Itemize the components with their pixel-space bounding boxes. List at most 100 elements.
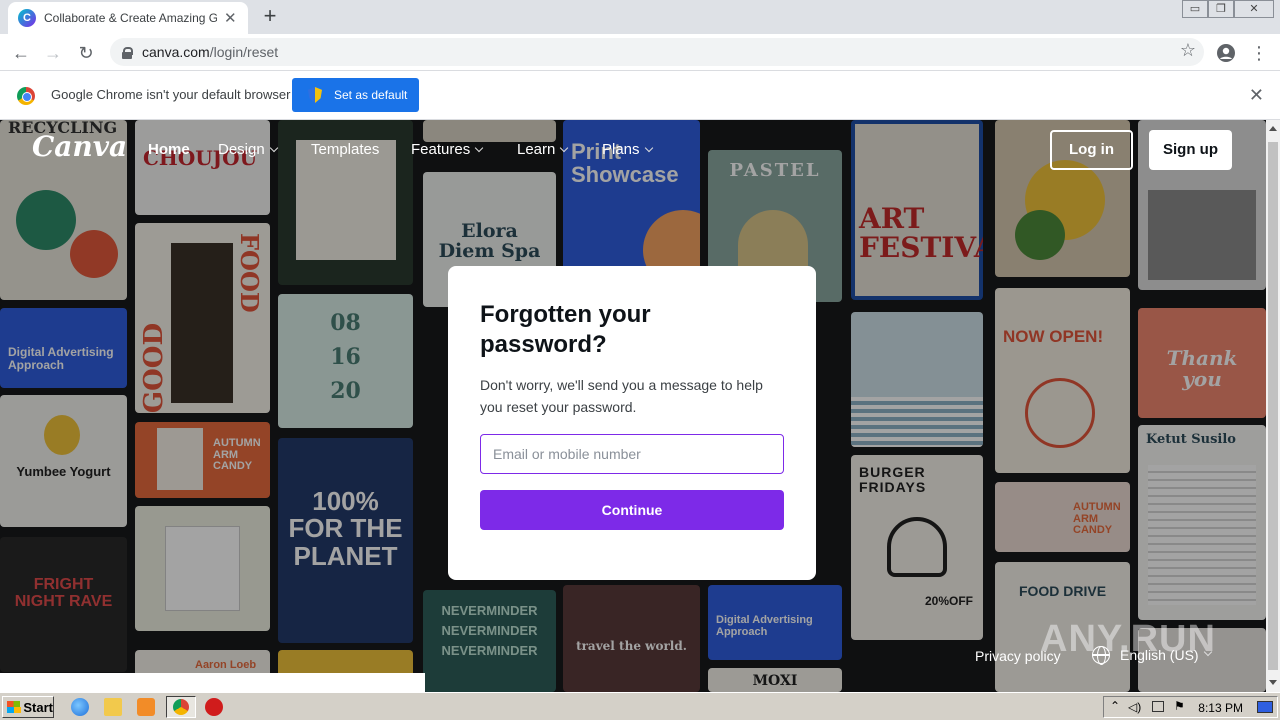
template-tile: Yumbee Yogurt	[0, 395, 127, 527]
nav-plans-label: Plans	[602, 141, 640, 158]
tile-text: 08	[330, 310, 361, 336]
template-tile: MOXI	[708, 668, 842, 692]
nav-features-label: Features	[411, 141, 471, 158]
tile-text: AUTUMN ARM CANDY	[213, 437, 261, 473]
tile-text: FOOD DRIVE	[1018, 583, 1107, 599]
tile-text: BURGER FRIDAYS	[859, 464, 927, 495]
show-desktop-icon[interactable]	[1257, 701, 1273, 713]
network-icon[interactable]	[1152, 701, 1164, 712]
privacy-policy-link[interactable]: Privacy policy	[975, 648, 1061, 664]
browser-tab[interactable]: C Collaborate & Create Amazing Graphi ✕	[8, 2, 248, 34]
site-header: Canva Home Design Templates Features Lea…	[0, 120, 1266, 180]
nav-plans[interactable]: Plans	[602, 141, 653, 158]
tile-text: ART FESTIVAL	[859, 202, 983, 265]
volume-icon[interactable]: ◁)	[1128, 700, 1141, 714]
tile-text: 20	[330, 378, 361, 404]
reload-icon[interactable]: ↻	[73, 40, 99, 66]
language-selector[interactable]: English (US)	[1092, 646, 1212, 665]
start-button[interactable]: Start	[2, 696, 54, 718]
template-tile: 08 16 20	[278, 294, 413, 428]
file-explorer-icon[interactable]	[104, 698, 122, 716]
chrome-menu-icon[interactable]: ⋮	[1246, 40, 1272, 66]
template-tile: Digital Advertising Approach	[708, 585, 842, 660]
tile-text: NOW OPEN!	[1003, 327, 1104, 346]
bookmark-star-icon[interactable]: ☆	[1180, 40, 1196, 61]
canva-logo[interactable]: Canva	[32, 130, 127, 163]
language-label: English (US)	[1120, 647, 1199, 663]
log-in-button[interactable]: Log in	[1050, 130, 1133, 170]
tile-text: NEVERMINDER	[441, 603, 538, 618]
chevron-down-icon	[474, 143, 484, 153]
profile-avatar-icon[interactable]	[1213, 40, 1239, 66]
system-tray: ⌃ ◁) ⚑ 8:13 PM	[1103, 696, 1278, 718]
template-tile: NOW OPEN!	[995, 288, 1130, 473]
taskbar-clock[interactable]: 8:13 PM	[1198, 701, 1243, 715]
scroll-down-icon[interactable]	[1269, 680, 1277, 685]
close-window-button[interactable]: ✕	[1234, 0, 1274, 18]
tray-expand-icon[interactable]: ⌃	[1110, 699, 1120, 713]
tile-text: 20%OFF	[925, 594, 974, 608]
canva-page: RECYCLING CHOUJOU Elora Diem Spa Print S…	[0, 120, 1266, 692]
canva-favicon-icon: C	[18, 9, 36, 27]
scroll-up-icon[interactable]	[1269, 126, 1277, 131]
tile-text: Elora Diem Spa	[438, 220, 541, 262]
chevron-down-icon	[644, 143, 653, 153]
browser-status-strip	[0, 673, 425, 692]
template-tile: Thank you	[1138, 308, 1266, 418]
nav-learn[interactable]: Learn	[517, 141, 569, 158]
tile-text: NEVERMINDER	[441, 643, 538, 658]
nav-features[interactable]: Features	[411, 141, 484, 158]
minimize-button[interactable]: ▭	[1182, 0, 1208, 18]
template-tile: travel the world.	[563, 585, 700, 692]
template-tile: AUTUMN ARM CANDY	[135, 422, 270, 498]
infobar-message: Google Chrome isn't your default browser	[51, 87, 291, 102]
template-tile: AUTUMN ARM CANDY	[995, 482, 1130, 552]
page-scrollbar[interactable]	[1266, 120, 1280, 692]
template-tile: Digital Advertising Approach	[0, 308, 127, 388]
forward-icon[interactable]: →	[40, 40, 66, 66]
tile-text: AUTUMN ARM CANDY	[1073, 501, 1121, 537]
tile-text: Aaron Loeb	[195, 659, 257, 671]
tile-text: travel the world.	[576, 639, 687, 653]
template-tile: Ketut Susilo	[1138, 425, 1266, 620]
tab-close-icon[interactable]: ✕	[223, 9, 239, 27]
browser-toolbar: ← → ↻ canva.com/login/reset ☆ ⋮	[0, 34, 1280, 71]
nav-home[interactable]: Home	[148, 141, 190, 158]
globe-icon	[1092, 646, 1110, 665]
tile-text: Ketut Susilo	[1146, 432, 1236, 447]
nav-design[interactable]: Design	[218, 141, 278, 158]
back-icon[interactable]: ←	[8, 40, 34, 66]
internet-explorer-icon[interactable]	[71, 698, 89, 716]
tile-text: Digital Advertising Approach	[8, 345, 114, 372]
new-tab-button[interactable]: +	[258, 5, 282, 29]
media-player-icon[interactable]	[137, 698, 155, 716]
nav-templates[interactable]: Templates	[311, 141, 379, 158]
scroll-thumb[interactable]	[1268, 142, 1278, 670]
address-bar[interactable]: canva.com/login/reset ☆	[110, 38, 1204, 66]
windows-logo-icon	[7, 701, 22, 713]
antivirus-icon[interactable]	[205, 698, 223, 716]
nav-design-label: Design	[218, 141, 265, 158]
template-tile	[851, 312, 983, 447]
chevron-down-icon	[1203, 647, 1212, 657]
url-host: canva.com	[142, 44, 210, 60]
template-tile: FOOD GOOD	[135, 223, 270, 413]
tile-text: NEVERMINDER	[441, 623, 538, 638]
restore-button[interactable]: ❐	[1208, 0, 1234, 18]
nav-learn-label: Learn	[517, 141, 556, 158]
lock-icon[interactable]	[122, 46, 133, 59]
template-tile: BURGER FRIDAYS 20%OFF	[851, 455, 983, 640]
chrome-taskbar-button[interactable]	[166, 696, 196, 718]
chrome-icon	[173, 699, 189, 715]
action-center-flag-icon[interactable]: ⚑	[1174, 699, 1185, 713]
uac-shield-icon	[308, 87, 322, 103]
default-browser-infobar: Google Chrome isn't your default browser…	[0, 71, 1280, 120]
sign-up-button[interactable]: Sign up	[1149, 130, 1232, 170]
url-path: /login/reset	[209, 44, 279, 60]
continue-button[interactable]: Continue	[480, 490, 784, 530]
template-tile	[135, 506, 270, 631]
tile-text: Digital Advertising Approach	[716, 614, 813, 638]
set-as-default-button[interactable]: Set as default	[292, 78, 419, 112]
email-or-mobile-input[interactable]	[480, 434, 784, 474]
infobar-close-icon[interactable]: ✕	[1249, 85, 1264, 106]
